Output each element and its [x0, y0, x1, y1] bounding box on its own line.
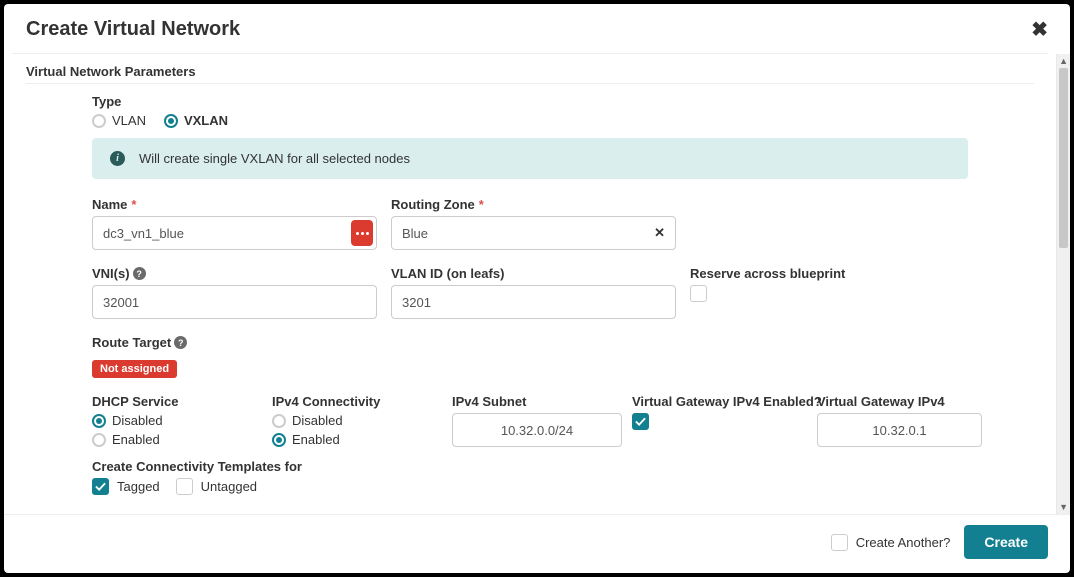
- section-divider: [26, 83, 1034, 84]
- select-value: Blue: [402, 226, 428, 241]
- routing-zone-label: Routing Zone *: [391, 197, 676, 212]
- radio-icon: [92, 414, 106, 428]
- route-target-label: Route Target ?: [92, 335, 968, 350]
- field-vg-ipv4: Virtual Gateway IPv4: [817, 394, 982, 447]
- checkbox-label: Create Another?: [856, 535, 951, 550]
- radio-icon: [92, 433, 106, 447]
- dhcp-label: DHCP Service: [92, 394, 262, 409]
- help-icon[interactable]: ?: [133, 267, 146, 280]
- dhcp-radio-group: Disabled Enabled: [92, 413, 262, 447]
- create-another-checkbox: [831, 534, 848, 551]
- vg-enabled-label: Virtual Gateway IPv4 Enabled?: [632, 394, 807, 409]
- field-reserve: Reserve across blueprint: [690, 266, 968, 319]
- section-title: Virtual Network Parameters: [26, 64, 1034, 79]
- close-icon[interactable]: ✖: [1031, 20, 1048, 40]
- form-body: Type VLAN VXLAN i Will create single VXL…: [26, 94, 1034, 495]
- modal-header: Create Virtual Network ✖: [4, 4, 1070, 53]
- ipv4-conn-radio-group: Disabled Enabled: [272, 413, 442, 447]
- info-icon: i: [110, 151, 125, 166]
- type-label: Type: [92, 94, 968, 109]
- checkbox-label: Untagged: [201, 479, 257, 494]
- scroll-up-arrow-icon[interactable]: ▲: [1057, 54, 1070, 68]
- field-vlan-id: VLAN ID (on leafs): [391, 266, 676, 319]
- ipv4-subnet-label: IPv4 Subnet: [452, 394, 622, 409]
- radio-icon: [164, 114, 178, 128]
- field-ipv4-conn: IPv4 Connectivity Disabled Enabled: [272, 394, 442, 447]
- scrollbar-thumb[interactable]: [1059, 68, 1068, 248]
- route-target-badge: Not assigned: [92, 360, 177, 378]
- label-text: Route Target: [92, 335, 171, 350]
- type-option-vxlan[interactable]: VXLAN: [164, 113, 228, 128]
- scroll-down-arrow-icon[interactable]: ▼: [1057, 500, 1070, 514]
- ct-option-untagged[interactable]: Untagged: [176, 478, 257, 495]
- radio-label: VLAN: [112, 113, 146, 128]
- radio-label: Enabled: [292, 432, 340, 447]
- help-icon[interactable]: ?: [174, 336, 187, 349]
- vni-label: VNI(s) ?: [92, 266, 377, 281]
- field-route-target: Route Target ? Not assigned: [92, 335, 968, 378]
- info-banner: i Will create single VXLAN for all selec…: [92, 138, 968, 179]
- required-marker: *: [131, 197, 136, 212]
- ct-tagged-checkbox: [92, 478, 109, 495]
- type-option-vlan[interactable]: VLAN: [92, 113, 146, 128]
- label-text: Routing Zone: [391, 197, 475, 212]
- radio-label: Enabled: [112, 432, 160, 447]
- ct-options: Tagged Untagged: [92, 478, 968, 495]
- vg-ipv4-input[interactable]: [817, 413, 982, 447]
- radio-icon: [92, 114, 106, 128]
- ipv4-conn-option-disabled[interactable]: Disabled: [272, 413, 442, 428]
- create-another-option[interactable]: Create Another?: [831, 534, 951, 551]
- ct-label: Create Connectivity Templates for: [92, 459, 968, 474]
- radio-icon: [272, 414, 286, 428]
- vni-input[interactable]: [92, 285, 377, 319]
- radio-label: Disabled: [292, 413, 343, 428]
- ct-untagged-checkbox: [176, 478, 193, 495]
- info-text: Will create single VXLAN for all selecte…: [139, 151, 410, 166]
- create-button[interactable]: Create: [964, 525, 1048, 559]
- checkbox-label: Tagged: [117, 479, 160, 494]
- field-ct: Create Connectivity Templates for Tagged: [92, 459, 968, 495]
- scrollbar[interactable]: ▲ ▼: [1056, 54, 1070, 514]
- reserve-label: Reserve across blueprint: [690, 266, 968, 281]
- ipv4-conn-label: IPv4 Connectivity: [272, 394, 442, 409]
- vg-ipv4-label: Virtual Gateway IPv4: [817, 394, 982, 409]
- row-name-rz: Name * Routing Zone *: [92, 197, 968, 250]
- row-dhcp-ipv4: DHCP Service Disabled Enabled: [92, 394, 968, 447]
- ipv4-subnet-input[interactable]: [452, 413, 622, 447]
- vlan-id-input[interactable]: [391, 285, 676, 319]
- required-marker: *: [479, 197, 484, 212]
- field-name: Name *: [92, 197, 377, 250]
- field-vg-enabled: Virtual Gateway IPv4 Enabled?: [632, 394, 807, 447]
- name-more-button[interactable]: [351, 220, 373, 246]
- radio-label: VXLAN: [184, 113, 228, 128]
- label-text: VNI(s): [92, 266, 130, 281]
- reserve-checkbox[interactable]: [690, 285, 707, 302]
- radio-label: Disabled: [112, 413, 163, 428]
- ipv4-conn-option-enabled[interactable]: Enabled: [272, 432, 442, 447]
- dhcp-option-disabled[interactable]: Disabled: [92, 413, 262, 428]
- vg-enabled-checkbox[interactable]: [632, 413, 649, 430]
- ellipsis-icon: [356, 232, 369, 235]
- routing-zone-select[interactable]: Blue ✕: [391, 216, 676, 250]
- modal-title: Create Virtual Network: [26, 18, 240, 41]
- dhcp-option-enabled[interactable]: Enabled: [92, 432, 262, 447]
- modal-scroll-area: Virtual Network Parameters Type VLAN VXL…: [4, 54, 1056, 514]
- clear-icon[interactable]: ✕: [654, 225, 665, 241]
- label-text: Name: [92, 197, 127, 212]
- modal-footer: Create Another? Create: [4, 514, 1070, 573]
- vlan-id-label: VLAN ID (on leafs): [391, 266, 676, 281]
- field-dhcp: DHCP Service Disabled Enabled: [92, 394, 262, 447]
- modal-dialog: Create Virtual Network ✖ Virtual Network…: [4, 4, 1070, 573]
- field-routing-zone: Routing Zone * Blue ✕: [391, 197, 676, 250]
- row-vni-vlan-reserve: VNI(s) ? VLAN ID (on leafs) Reserve acro…: [92, 266, 968, 319]
- modal-body: Virtual Network Parameters Type VLAN VXL…: [4, 54, 1070, 514]
- type-radio-group: VLAN VXLAN: [92, 113, 968, 128]
- name-input[interactable]: [92, 216, 377, 250]
- ct-option-tagged[interactable]: Tagged: [92, 478, 160, 495]
- field-ipv4-subnet: IPv4 Subnet: [452, 394, 622, 447]
- radio-icon: [272, 433, 286, 447]
- field-vni: VNI(s) ?: [92, 266, 377, 319]
- name-label: Name *: [92, 197, 377, 212]
